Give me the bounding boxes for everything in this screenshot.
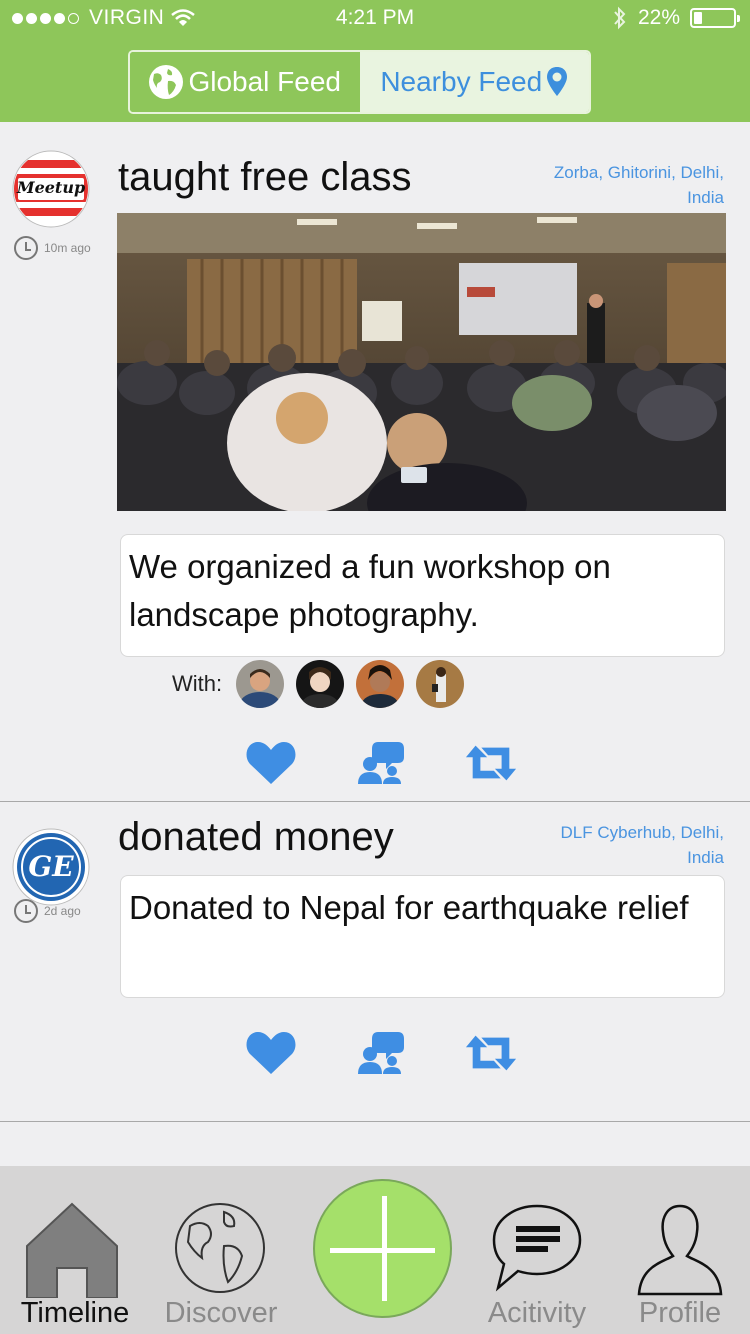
comment-icon: [358, 1032, 404, 1074]
post-photo[interactable]: [117, 213, 726, 511]
friend-avatar-image: [416, 660, 465, 708]
friend-avatar-image: [296, 660, 345, 708]
feed: Meetup 10m ago taught free class Zorba, …: [0, 122, 750, 1122]
global-feed-label: Global Feed: [188, 66, 342, 97]
tab-label: Discover: [164, 1297, 278, 1329]
meetup-logo-text: Meetup: [16, 178, 86, 197]
post-actions: [244, 1030, 518, 1076]
status-right: 22%: [612, 6, 740, 30]
post-actions: [244, 740, 518, 786]
repost-button[interactable]: [464, 740, 518, 786]
post-card: Meetup 10m ago taught free class Zorba, …: [0, 122, 750, 802]
with-friends: With:: [172, 660, 465, 708]
friend-avatar[interactable]: [236, 660, 285, 708]
post-action-title: donated money: [118, 815, 394, 859]
friend-avatar[interactable]: [416, 660, 465, 708]
nearby-feed-tab[interactable]: Nearby Feed: [359, 52, 589, 112]
status-bar: VIRGIN 4:21 PM 22%: [0, 0, 750, 40]
comment-icon: [358, 742, 404, 784]
clock-icon: [14, 899, 38, 923]
post-card: GE 2d ago donated money DLF Cyberhub, De…: [0, 802, 750, 1122]
clock-icon: [14, 236, 38, 260]
add-post-button[interactable]: [313, 1179, 452, 1318]
ge-logo-text: GE: [28, 850, 74, 883]
like-button[interactable]: [244, 740, 298, 786]
with-label: With:: [172, 671, 223, 696]
tab-activity[interactable]: Acitivity: [462, 1166, 612, 1334]
repost-button[interactable]: [464, 1030, 518, 1076]
header: VIRGIN 4:21 PM 22% Global Feed Nearby Fe…: [0, 0, 750, 122]
like-button[interactable]: [244, 1030, 298, 1076]
post-location-link[interactable]: DLF Cyberhub, Delhi, India: [524, 820, 724, 870]
friend-avatar-image: [356, 660, 405, 708]
home-icon: [26, 1202, 118, 1298]
tab-timeline[interactable]: Timeline: [0, 1166, 150, 1334]
post-action-title: taught free class: [118, 155, 412, 199]
post-description: We organized a fun workshop on landscape…: [120, 534, 725, 657]
tab-profile[interactable]: Profile: [605, 1166, 750, 1334]
globe-icon: [149, 65, 184, 99]
friend-avatar[interactable]: [296, 660, 345, 708]
chat-bubble-icon: [492, 1204, 582, 1292]
ge-logo[interactable]: GE: [12, 828, 90, 906]
bluetooth-icon: [614, 6, 626, 30]
tab-label: Acitivity: [487, 1297, 587, 1329]
battery-icon: [690, 8, 740, 28]
friend-avatar[interactable]: [356, 660, 405, 708]
comment-button[interactable]: [354, 1030, 408, 1076]
meetup-logo[interactable]: Meetup: [12, 150, 90, 228]
location-pin-icon: [547, 67, 568, 96]
comment-button[interactable]: [354, 740, 408, 786]
battery-percent: 22%: [637, 6, 680, 29]
post-time: 2d ago: [14, 899, 81, 923]
tab-label: Profile: [638, 1297, 722, 1329]
time-ago-label: 2d ago: [44, 904, 81, 918]
heart-icon: [246, 742, 296, 784]
post-description: Donated to Nepal for earthquake relief: [120, 875, 725, 998]
repost-icon: [465, 1035, 517, 1071]
person-icon: [637, 1204, 723, 1296]
nearby-feed-label: Nearby Feed: [380, 66, 543, 97]
feed-toggle: Global Feed Nearby Feed: [128, 50, 591, 114]
global-feed-tab[interactable]: Global Feed: [130, 52, 360, 112]
friend-avatar-image: [236, 660, 285, 708]
tab-label: Timeline: [20, 1297, 130, 1329]
repost-icon: [465, 745, 517, 781]
post-time: 10m ago: [14, 236, 91, 260]
post-location-link[interactable]: Zorba, Ghitorini, Delhi, India: [524, 160, 724, 210]
tab-discover[interactable]: Discover: [146, 1166, 296, 1334]
globe-icon: [175, 1203, 265, 1293]
heart-icon: [246, 1032, 296, 1074]
classroom-photo: [117, 213, 726, 511]
time-ago-label: 10m ago: [44, 241, 91, 255]
battery-level: [694, 12, 702, 24]
